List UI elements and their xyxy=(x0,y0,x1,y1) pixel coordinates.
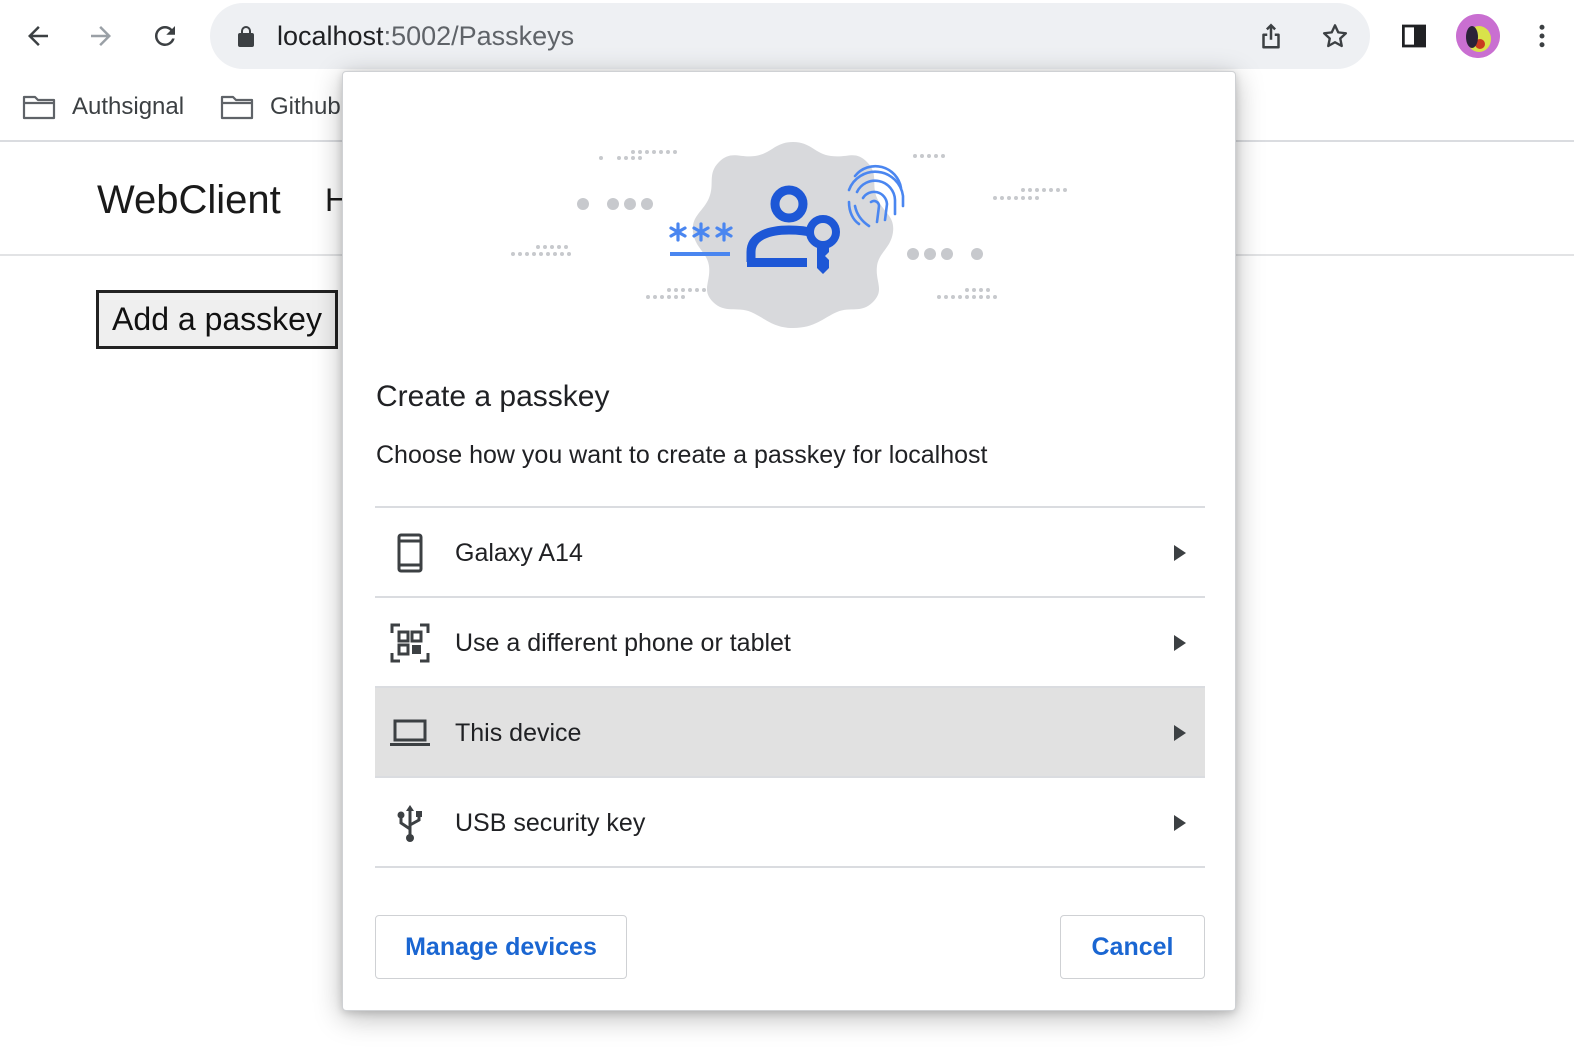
more-vert-icon xyxy=(1539,24,1545,48)
qr-code-icon xyxy=(389,622,431,664)
chevron-right-icon xyxy=(1174,815,1186,831)
bookmark-label: Authsignal xyxy=(72,93,185,120)
address-bar[interactable]: localhost:5002/Passkeys xyxy=(210,3,1370,69)
option-different-phone[interactable]: Use a different phone or tablet xyxy=(375,598,1205,688)
option-label: This device xyxy=(455,719,582,747)
bookmark-label: Github xyxy=(270,93,341,120)
option-label: USB security key xyxy=(455,809,646,837)
side-panel-icon xyxy=(1402,24,1426,48)
cancel-button[interactable]: Cancel xyxy=(1060,915,1205,979)
url-path: :5002/Passkeys xyxy=(383,21,575,51)
browser-window: localhost:5002/Passkeys Authsignal Githu… xyxy=(0,0,1574,1064)
profile-avatar[interactable] xyxy=(1456,14,1500,58)
reload-button[interactable] xyxy=(143,14,187,58)
forward-arrow-icon xyxy=(91,26,111,46)
bookmark-github[interactable]: Github xyxy=(220,90,341,124)
folder-icon xyxy=(220,95,254,120)
site-brand[interactable]: WebClient xyxy=(97,178,281,222)
laptop-icon xyxy=(389,712,431,754)
usb-icon xyxy=(389,802,431,844)
bookmark-authsignal[interactable]: Authsignal xyxy=(22,90,184,124)
browser-toolbar: localhost:5002/Passkeys xyxy=(0,0,1574,72)
dialog-subtitle: Choose how you want to create a passkey … xyxy=(376,441,988,469)
forward-button[interactable] xyxy=(79,14,123,58)
create-passkey-dialog: Create a passkey Choose how you want to … xyxy=(342,71,1236,1011)
share-icon xyxy=(1262,23,1280,49)
share-button[interactable] xyxy=(1253,18,1289,54)
url-text: localhost:5002/Passkeys xyxy=(277,20,574,52)
reload-icon xyxy=(154,25,175,46)
lock-icon xyxy=(238,26,254,47)
chevron-right-icon xyxy=(1174,545,1186,561)
avatar-image-icon xyxy=(1456,14,1500,58)
browser-menu-button[interactable] xyxy=(1520,14,1564,58)
back-button[interactable] xyxy=(16,14,60,58)
back-arrow-icon xyxy=(28,26,48,46)
option-label: Galaxy A14 xyxy=(455,539,583,567)
add-passkey-button[interactable]: Add a passkey xyxy=(96,290,338,349)
url-host: localhost xyxy=(277,21,384,51)
side-panel-button[interactable] xyxy=(1392,14,1436,58)
manage-devices-button[interactable]: Manage devices xyxy=(375,915,627,979)
chevron-right-icon xyxy=(1174,635,1186,651)
option-usb-security-key[interactable]: USB security key xyxy=(375,778,1205,868)
folder-icon xyxy=(22,95,56,120)
passkey-illustration-icon xyxy=(511,142,1067,328)
option-galaxy-a14[interactable]: Galaxy A14 xyxy=(375,508,1205,598)
option-this-device[interactable]: This device xyxy=(375,688,1205,778)
passkey-options-list: Galaxy A14 Use a different phone or tabl… xyxy=(375,506,1205,868)
phone-icon xyxy=(389,532,431,574)
star-icon xyxy=(1322,24,1348,48)
option-label: Use a different phone or tablet xyxy=(455,629,791,657)
bookmark-star-button[interactable] xyxy=(1317,18,1353,54)
chevron-right-icon xyxy=(1174,725,1186,741)
dialog-title: Create a passkey xyxy=(376,380,610,413)
